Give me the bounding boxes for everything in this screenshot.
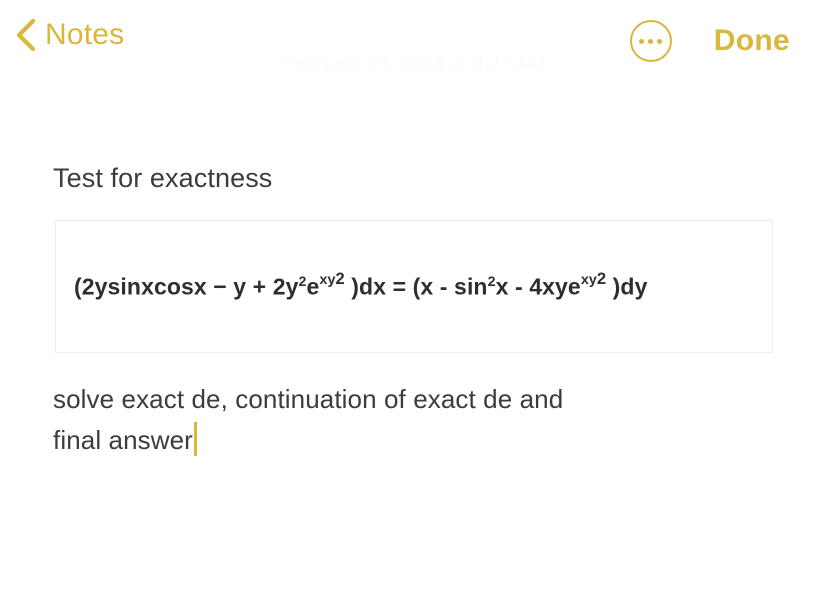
equation-lhs-exponent-power: 2 xyxy=(335,269,345,289)
note-paragraph[interactable]: solve exact de, continuation of exact de… xyxy=(53,379,753,461)
equation-rhs-exponent-power: 2 xyxy=(596,269,607,289)
equation-equals-sign: = xyxy=(392,274,407,301)
text-cursor xyxy=(193,421,197,456)
note-title: Test for exactness xyxy=(53,163,273,193)
chevron-left-icon xyxy=(14,18,36,52)
equation-lhs-square: 2 xyxy=(298,274,307,291)
equation-text: (2ysinxcosx − y + 2y2exy2 )dx = (x - sin… xyxy=(74,269,648,301)
back-to-notes-button[interactable]: Notes xyxy=(14,18,124,52)
ellipsis-dot-3 xyxy=(657,38,663,44)
equation-rhs-square: 2 xyxy=(487,274,496,291)
equation-rhs-close: )dy xyxy=(606,274,648,301)
paragraph-line-2: final answer xyxy=(53,424,193,455)
equation-rhs-mid: x - 4xye xyxy=(495,274,581,301)
done-button[interactable]: Done xyxy=(714,26,790,56)
note-content: Test for exactness (2ysinxcosx − y + 2y2… xyxy=(0,160,828,461)
ellipsis-dot-2 xyxy=(648,38,654,44)
equation-rhs-exponent-base: xy xyxy=(580,272,597,289)
equation-rhs-open: (x - sin xyxy=(412,274,488,301)
equation-lhs-open: (2ysinxcosx − y + 2y xyxy=(74,274,299,301)
equation-lhs-exponent-base: xy xyxy=(319,272,336,289)
equation-lhs-e: e xyxy=(306,274,320,301)
formula-block[interactable]: (2ysinxcosx − y + 2y2exy2 )dx = (x - sin… xyxy=(55,219,773,353)
note-date-watermark: February 15, 2023 at 9:27 AM xyxy=(282,54,546,75)
ellipsis-dot-1 xyxy=(639,38,645,44)
back-label: Notes xyxy=(45,18,125,51)
navigation-bar: Notes Done February 15, 2023 at 9:27 AM xyxy=(0,0,828,92)
paragraph-line-1: solve exact de, continuation of exact de… xyxy=(53,383,564,414)
equation-lhs-close: )dx xyxy=(344,274,387,301)
